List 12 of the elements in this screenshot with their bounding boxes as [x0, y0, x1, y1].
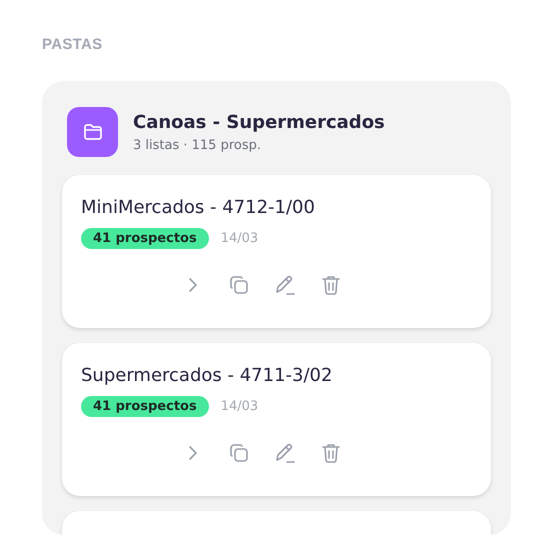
list-card[interactable]: Supermercados - 4711-3/02 41 prospectos 14/03	[62, 343, 491, 496]
list-card[interactable]: MiniMercados - 4712-1/00 41 prospectos 14/03	[62, 175, 491, 328]
folder-title: Canoas - Supermercados	[133, 112, 385, 132]
prospect-count: 41 prospectos	[81, 396, 209, 417]
list-name: MiniMercados - 4712-1/00	[81, 197, 316, 218]
section-title: PASTAS	[42, 36, 104, 53]
prospect-count: 41 prospectos	[81, 228, 209, 249]
list-name: Supermercados - 4711-3/02	[81, 365, 334, 386]
folder-summary: 3 listas · 115 prosp.	[133, 138, 262, 152]
list-date: 14/03	[220, 231, 258, 246]
list-date: 14/03	[220, 399, 258, 414]
folder-icon	[67, 107, 118, 157]
